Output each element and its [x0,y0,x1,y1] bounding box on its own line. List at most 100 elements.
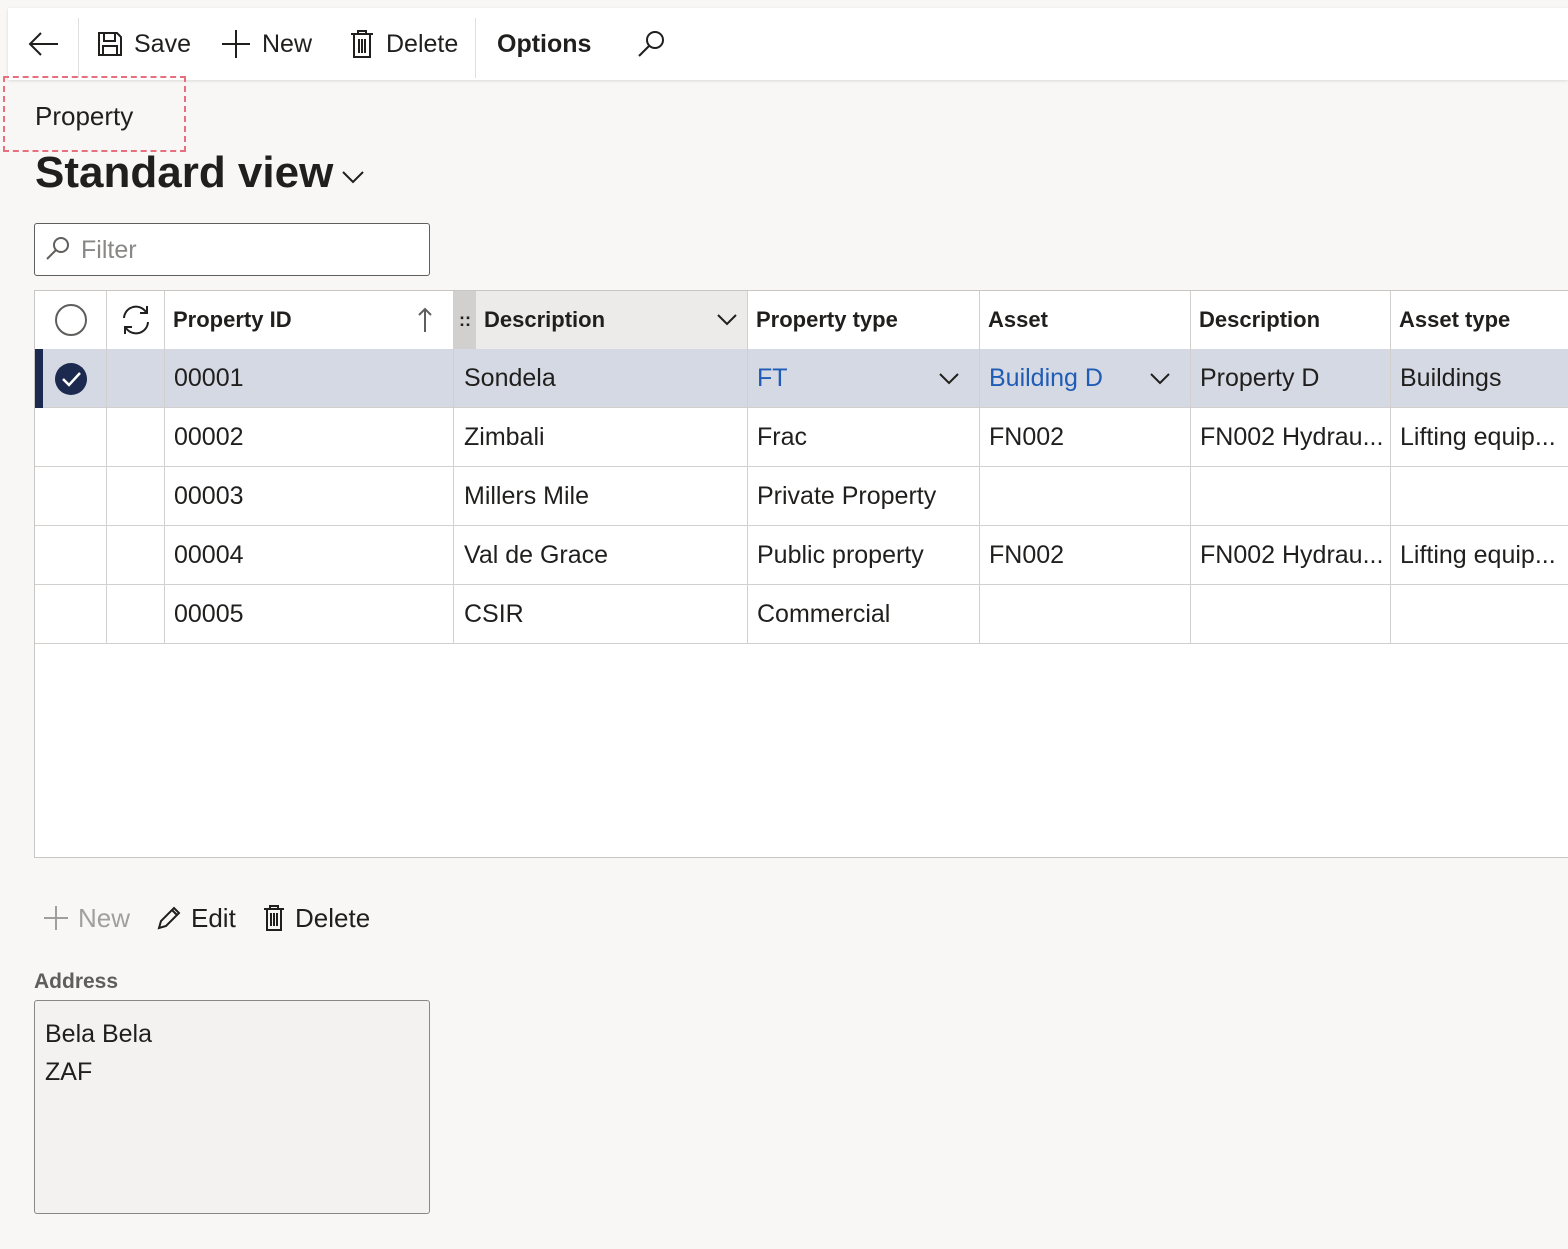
checked-circle-icon [55,362,87,395]
cell-asset-description: FN002 Hydrau... [1200,423,1384,451]
cell-asset-type [1400,585,1568,644]
table-row[interactable]: 00002 Zimbali Frac FN002 FN002 Hydrau...… [35,408,1568,467]
chevron-down-icon[interactable] [938,372,960,386]
address-edit-button[interactable]: Edit [155,896,236,940]
sort-ascending-icon [418,307,432,332]
trash-icon [351,30,373,58]
cell-property-type[interactable]: FT [757,349,788,408]
cell-property-type: Public property [757,541,924,569]
grid-header: Property ID :: Description Property type… [35,291,1568,350]
address-delete-label: Delete [295,902,371,933]
back-arrow-icon [28,32,58,56]
refresh-icon [123,305,149,335]
column-header-asset-description[interactable]: Description [1199,291,1320,349]
search-button[interactable] [636,8,666,80]
cell-description: CSIR [464,600,524,628]
chevron-down-icon [717,314,737,326]
cell-property-id: 00001 [174,364,244,392]
chevron-down-icon [342,171,365,184]
table-row[interactable]: 00004 Val de Grace Public property FN002… [35,526,1568,585]
cell-asset-type [1400,467,1568,526]
column-header-asset-type[interactable]: Asset type [1399,291,1510,349]
column-header-description[interactable]: :: Description [454,291,747,349]
circle-checkbox-icon [55,304,87,336]
column-divider [453,291,454,644]
cell-asset-type: Lifting equip... [1400,423,1556,451]
cell-asset-type: Lifting equip... [1400,541,1556,569]
view-title: Standard view [35,148,334,197]
column-label: Property type [756,307,898,332]
new-button[interactable]: New [220,8,312,80]
page-caption: Property [35,101,134,131]
address-field[interactable]: Bela Bela ZAF [34,1000,430,1214]
column-divider [106,291,107,644]
column-header-property-id[interactable]: Property ID [173,291,453,349]
cell-description: Val de Grace [464,541,609,569]
cell-property-id: 00004 [174,541,244,569]
search-icon [638,31,664,57]
save-label: Save [134,29,191,58]
address-line: Bela Bela [45,1020,153,1048]
column-divider [747,291,748,644]
column-divider [164,291,165,644]
filter-box[interactable] [34,223,430,276]
plus-icon [222,30,250,58]
cell-asset-type: Buildings [1400,364,1502,392]
address-delete-button[interactable]: Delete [261,896,370,940]
cell-property-type: Commercial [757,600,891,628]
column-divider [1190,291,1191,644]
delete-label: Delete [386,29,459,58]
column-divider [979,291,980,644]
refresh-button[interactable] [119,291,153,349]
address-label: Address [34,970,119,993]
search-icon [46,237,69,260]
plus-icon [44,906,68,930]
address-new-button[interactable]: New [42,896,130,940]
column-header-property-type[interactable]: Property type [756,291,898,349]
cell-asset[interactable]: Building D [989,349,1103,408]
column-label: Property ID [173,307,292,332]
column-label: Description [484,307,606,332]
cell-property-id: 00003 [174,482,244,510]
filter-input[interactable] [79,232,413,268]
drag-handle-icon[interactable]: :: [454,291,476,349]
property-grid: Property ID :: Description Property type… [34,290,1568,858]
cell-asset-description [1200,585,1390,644]
toolbar-divider [78,18,79,78]
column-label: Asset type [1399,307,1511,332]
table-row[interactable]: 00001 Sondela FT Building D Property D B… [35,349,1568,408]
save-icon [98,32,122,56]
options-button[interactable]: Options [497,8,591,80]
address-line: ZAF [45,1058,93,1086]
trash-icon [264,905,284,931]
cell-property-type: Frac [757,423,807,451]
address-edit-label: Edit [191,902,236,933]
table-row[interactable]: 00003 Millers Mile Private Property [35,467,1568,526]
cell-asset-description [1200,467,1390,526]
cell-description: Millers Mile [464,482,589,510]
chevron-down-icon[interactable] [1149,372,1171,386]
options-label: Options [497,29,592,58]
row-checkbox[interactable] [53,349,89,408]
cell-property-type: Private Property [757,482,937,510]
column-divider [1390,291,1391,644]
selection-indicator [35,349,43,408]
pencil-icon [157,906,181,930]
column-label: Description [1199,307,1321,332]
address-new-label: New [78,902,131,933]
view-selector[interactable]: Standard view [35,148,365,198]
new-label: New [262,29,313,58]
table-row[interactable]: 00005 CSIR Commercial [35,585,1568,644]
column-header-asset[interactable]: Asset [988,291,1048,349]
back-button[interactable] [26,8,62,80]
select-all-checkbox[interactable] [53,291,89,349]
action-pane: Save New Delete Options [8,8,1568,80]
toolbar-divider [475,18,476,78]
cell-property-id: 00002 [174,423,244,451]
save-button[interactable]: Save [96,8,191,80]
column-label: Asset [988,307,1048,332]
delete-button[interactable]: Delete [348,8,458,80]
cell-description[interactable]: Sondela [464,349,556,408]
cell-description: Zimbali [464,423,545,451]
cell-asset: FN002 [989,541,1065,569]
